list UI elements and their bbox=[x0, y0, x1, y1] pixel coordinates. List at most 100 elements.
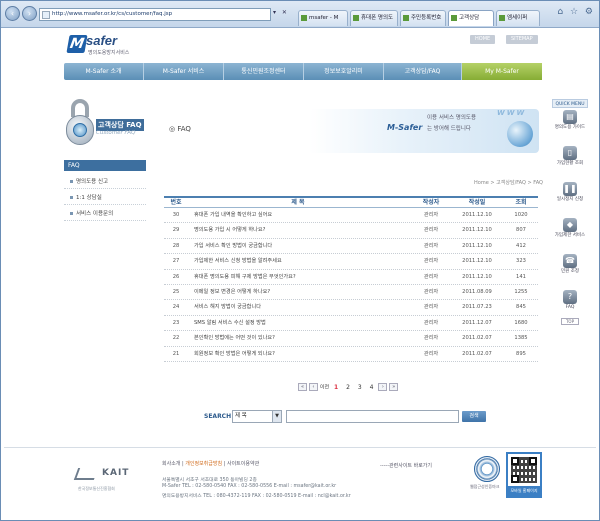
browser-tab[interactable]: 주민등록번호 bbox=[400, 10, 446, 26]
address-text: http://www.msafer.or.kr/cs/customer/faq.… bbox=[52, 11, 173, 17]
footer-link-terms[interactable]: 사이트이용약관 bbox=[227, 461, 259, 467]
sidebar-item-report[interactable]: 명의도용 신고 bbox=[64, 175, 146, 189]
tab-label: 휴대폰 명의도 bbox=[361, 15, 394, 21]
quick-item[interactable]: ❚❚ 일시정지 신청 bbox=[552, 182, 588, 216]
cell-views: 412 bbox=[516, 242, 526, 249]
cell-views: 1385 bbox=[514, 335, 528, 342]
quick-item-label: 일시정지 신청 bbox=[556, 197, 584, 202]
tab-favicon-icon bbox=[403, 15, 409, 21]
sidebar-section-faq[interactable]: FAQ bbox=[64, 160, 146, 171]
sitemap-link[interactable]: SITEMAP bbox=[506, 35, 538, 44]
qr-code[interactable]: 모바일 홈페이지 bbox=[506, 452, 542, 498]
footer-contact-ncl: 명의도용방지서비스 TEL : 080-4372-119 FAX : 02-58… bbox=[162, 494, 351, 499]
kait-text: KAIT bbox=[102, 468, 130, 478]
tab-label: 고객상담 bbox=[459, 15, 480, 21]
cell-title[interactable]: 본인확인 방법에는 어떤 것이 있나요? bbox=[194, 331, 412, 345]
page-title-text: FAQ bbox=[177, 125, 191, 133]
prev-label[interactable]: 이전 bbox=[320, 385, 329, 391]
cell-title[interactable]: SMS 알림 서비스 수신 설정 방법 bbox=[194, 316, 412, 330]
table-row[interactable]: 27 가입제한 서비스 신청 방법을 알려주세요 관리자 2011.12.10 323 bbox=[164, 254, 538, 270]
cell-views: 1255 bbox=[514, 288, 528, 295]
book-icon: ▤ bbox=[563, 110, 577, 124]
browser-tab-active[interactable]: 고객상담 bbox=[448, 10, 494, 26]
site-footer: KAIT 한국정보통신진흥협회 회사소개 | 개인정보취급방침 | 사이트이용약… bbox=[4, 447, 596, 518]
table-row[interactable]: 24 서비스 해지 방법이 궁금합니다 관리자 2011.07.23 845 bbox=[164, 300, 538, 316]
nav-item-service[interactable]: M-Safer 서비스 bbox=[144, 63, 224, 80]
sidebar-item-consult[interactable]: 1:1 상담실 bbox=[64, 191, 146, 205]
top-button[interactable]: TOP bbox=[561, 318, 579, 325]
table-row[interactable]: 23 SMS 알림 서비스 수신 설정 방법 관리자 2011.12.07 1680 bbox=[164, 316, 538, 332]
sidebar-item-inquiry[interactable]: 서비스 이용문의 bbox=[64, 207, 146, 221]
cell-title[interactable]: 회원정보 확인 방법은 어떻게 되나요? bbox=[194, 347, 412, 361]
kait-logo[interactable]: KAIT 한국정보통신진흥협회 bbox=[73, 464, 136, 494]
cell-title[interactable]: 휴대폰 명의도용 피해 구제 방법은 무엇인가요? bbox=[194, 270, 412, 284]
search-input[interactable] bbox=[286, 410, 459, 423]
globe-icon bbox=[507, 121, 533, 147]
table-row[interactable]: 29 명의도용 가입 시 어떻게 하나요? 관리자 2011.12.10 807 bbox=[164, 223, 538, 239]
faq-icon: ? bbox=[563, 290, 577, 304]
browser-tab[interactable]: msafer - M bbox=[298, 10, 348, 26]
service-banner: WWW M-Safer 이용 서비스 명의도용 는 방어해 드립니다 bbox=[309, 109, 539, 153]
cell-title[interactable]: 이메일 정보 변경은 어떻게 하나요? bbox=[194, 285, 412, 299]
search-field-select[interactable]: 제 목 ▼ bbox=[232, 410, 282, 423]
footer-address: 서울특별시 서초구 서초대로 350 동아빌딩 2층 bbox=[162, 478, 257, 483]
cell-title[interactable]: 명의도용 가입 시 어떻게 하나요? bbox=[194, 223, 412, 237]
page-link[interactable]: 3 bbox=[358, 384, 362, 391]
page-viewport: M safer 명의도용방지서비스 HOME SITEMAP M-Safer 소… bbox=[4, 29, 596, 518]
last-page-icon[interactable]: » bbox=[389, 383, 399, 391]
footer-link-about[interactable]: 회사소개 bbox=[162, 461, 180, 467]
qr-corner bbox=[511, 457, 519, 465]
footer-link-privacy[interactable]: 개인정보취급방침 bbox=[185, 461, 222, 467]
quick-item[interactable]: ◆ 가입제한 서비스 bbox=[552, 218, 588, 252]
browser-tab[interactable]: 엠세이퍼 bbox=[496, 10, 540, 26]
cell-title[interactable]: 가입 서비스 확인 방법이 궁금합니다 bbox=[194, 239, 412, 253]
cell-title[interactable]: 휴대폰 가입 내역을 확인하고 싶어요 bbox=[194, 208, 412, 222]
table-row[interactable]: 25 이메일 정보 변경은 어떻게 하나요? 관리자 2011.08.09 1255 bbox=[164, 285, 538, 301]
quick-item[interactable]: ☎ 민원 조정 bbox=[552, 254, 588, 288]
home-link[interactable]: HOME bbox=[470, 35, 496, 44]
nav-item-my[interactable]: My M-Safer bbox=[462, 63, 542, 80]
browser-menu-icons[interactable]: ⌂ ☆ ⚙ bbox=[557, 7, 595, 17]
address-tools-icon[interactable]: ▾ ✕ bbox=[273, 9, 289, 16]
prev-page-icon[interactable]: ‹ bbox=[308, 383, 318, 391]
content-header: ◎ FAQ WWW M-Safer 이용 서비스 명의도용 는 방어해 드립니다… bbox=[159, 101, 547, 186]
quick-item[interactable]: ? FAQ bbox=[552, 290, 588, 314]
address-bar[interactable]: http://www.msafer.or.kr/cs/customer/faq.… bbox=[39, 8, 271, 21]
quick-menu-title: QUICK MENU bbox=[552, 99, 588, 108]
cell-title[interactable]: 가입제한 서비스 신청 방법을 알려주세요 bbox=[194, 254, 412, 268]
table-row[interactable]: 22 본인확인 방법에는 어떤 것이 있나요? 관리자 2011.02.07 1385 bbox=[164, 331, 538, 347]
cell-author: 관리자 bbox=[423, 319, 439, 326]
first-page-icon[interactable]: « bbox=[298, 383, 307, 391]
nav-item-faq[interactable]: 고객상담/FAQ bbox=[384, 63, 462, 80]
cell-title[interactable]: 서비스 해지 방법이 궁금합니다 bbox=[194, 300, 412, 314]
cell-date: 2011.02.07 bbox=[462, 350, 492, 357]
browser-toolbar: ‹ › http://www.msafer.or.kr/cs/customer/… bbox=[1, 1, 599, 28]
table-row[interactable]: 30 휴대폰 가입 내역을 확인하고 싶어요 관리자 2011.12.10 1020 bbox=[164, 208, 538, 224]
next-page-icon[interactable]: › bbox=[378, 383, 388, 391]
page-link[interactable]: 2 bbox=[346, 384, 350, 391]
nav-item-center[interactable]: 통신민원조정센터 bbox=[224, 63, 304, 80]
page-link[interactable]: 1 bbox=[334, 384, 338, 391]
tab-favicon-icon bbox=[451, 15, 457, 21]
related-sites-select[interactable]: -----관련사이트 바로가기 bbox=[380, 462, 432, 469]
quick-item[interactable]: ▤ 명의도용 가이드 bbox=[552, 110, 588, 144]
search-select-value: 제 목 bbox=[235, 413, 247, 419]
table-row[interactable]: 26 휴대폰 명의도용 피해 구제 방법은 무엇인가요? 관리자 2011.12.10… bbox=[164, 270, 538, 285]
qr-corner bbox=[529, 457, 537, 465]
site-logo[interactable]: M safer 명의도용방지서비스 bbox=[66, 33, 148, 59]
nav-item-alert[interactable]: 정보보호알리미 bbox=[304, 63, 384, 80]
nav-item-intro[interactable]: M-Safer 소개 bbox=[64, 63, 144, 80]
back-icon[interactable]: ‹ bbox=[5, 6, 20, 21]
table-row[interactable]: 28 가입 서비스 확인 방법이 궁금합니다 관리자 2011.12.10 412 bbox=[164, 239, 538, 255]
forward-icon[interactable]: › bbox=[22, 6, 37, 21]
page-link[interactable]: 4 bbox=[370, 384, 374, 391]
qr-corner bbox=[511, 475, 519, 483]
kait-mark-icon bbox=[73, 468, 99, 480]
cell-author: 관리자 bbox=[423, 212, 439, 218]
footer-links: 회사소개 | 개인정보취급방침 | 사이트이용약관 bbox=[162, 461, 260, 467]
table-row[interactable]: 21 회원정보 확인 방법은 어떻게 되나요? 관리자 2011.02.07 895 bbox=[164, 347, 538, 362]
search-button[interactable]: 검색 bbox=[462, 411, 486, 422]
quick-item[interactable]: ▯ 가입현황 조회 bbox=[552, 146, 588, 180]
browser-tab[interactable]: 휴대폰 명의도 bbox=[350, 10, 398, 26]
quick-menu: QUICK MENU ▤ 명의도용 가이드 ▯ 가입현황 조회 ❚❚ 일시정지 신청 … bbox=[552, 99, 588, 325]
